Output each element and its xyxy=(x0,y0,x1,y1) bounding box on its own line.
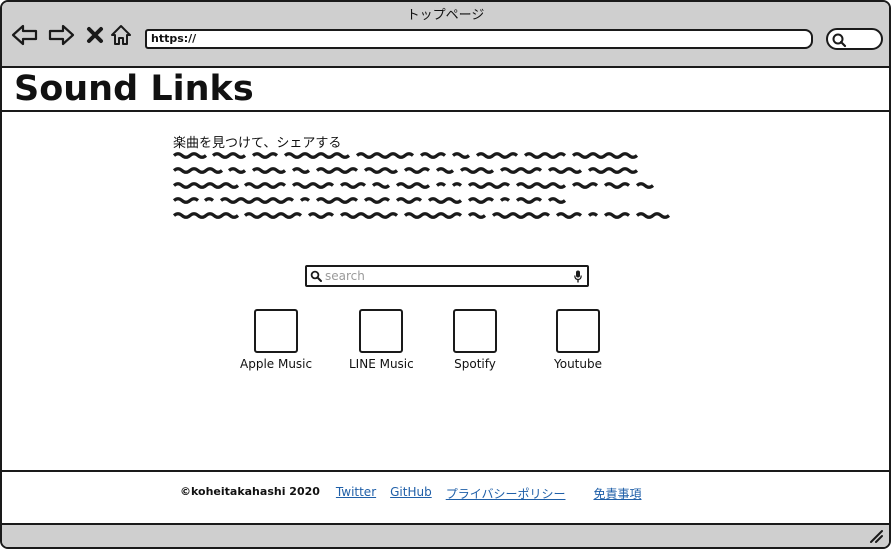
service-label: Youtube xyxy=(554,357,602,371)
service-tile[interactable] xyxy=(254,309,299,353)
placeholder-text-line xyxy=(173,212,673,219)
service-label: LINE Music xyxy=(349,357,414,371)
browser-search-button[interactable] xyxy=(826,28,883,50)
home-icon[interactable] xyxy=(106,20,136,50)
disclaimer-link[interactable]: 免責事項 xyxy=(593,485,641,502)
github-link[interactable]: GitHub xyxy=(390,485,432,502)
service-youtube[interactable]: Youtube xyxy=(554,309,602,371)
address-bar[interactable]: https:// xyxy=(145,29,813,49)
service-tile[interactable] xyxy=(453,309,497,353)
forward-arrow-icon[interactable] xyxy=(46,20,76,50)
main-content: 楽曲を見つけて、シェアする Apple Music LINE Music xyxy=(2,112,889,470)
resize-grip-icon[interactable] xyxy=(869,529,883,543)
search-bar[interactable] xyxy=(305,265,589,287)
back-arrow-icon[interactable] xyxy=(10,20,40,50)
search-input[interactable] xyxy=(325,268,565,284)
site-title[interactable]: Sound Links xyxy=(14,69,254,109)
status-bar xyxy=(2,523,889,547)
address-text: https:// xyxy=(151,32,197,45)
search-icon xyxy=(832,33,847,48)
placeholder-text-line xyxy=(173,197,643,204)
site-footer: ©koheitakahashi 2020 Twitter GitHub プライバ… xyxy=(2,470,889,526)
service-tile[interactable] xyxy=(556,309,600,353)
lead-text: 楽曲を見つけて、シェアする xyxy=(173,136,342,151)
microphone-icon[interactable] xyxy=(574,270,582,283)
placeholder-text-line xyxy=(173,182,658,189)
site-header: Sound Links xyxy=(2,68,889,112)
placeholder-text-line xyxy=(173,167,643,174)
service-tile[interactable] xyxy=(359,309,404,353)
service-spotify[interactable]: Spotify xyxy=(453,309,497,371)
service-label: Spotify xyxy=(454,357,496,371)
twitter-link[interactable]: Twitter xyxy=(336,485,376,502)
footer-row: ©koheitakahashi 2020 Twitter GitHub プライバ… xyxy=(180,485,656,502)
service-label: Apple Music xyxy=(240,357,313,371)
browser-toolbar: トップページ https:// xyxy=(2,2,889,68)
browser-window: トップページ https:// Sound Links 楽曲を見つけて、シェアす… xyxy=(0,0,891,549)
copyright-text: ©koheitakahashi 2020 xyxy=(180,485,320,498)
privacy-policy-link[interactable]: プライバシーポリシー xyxy=(446,485,566,502)
search-icon xyxy=(310,270,322,282)
service-apple-music[interactable]: Apple Music xyxy=(240,309,312,371)
placeholder-text-line xyxy=(173,152,643,159)
service-line-music[interactable]: LINE Music xyxy=(349,309,414,371)
